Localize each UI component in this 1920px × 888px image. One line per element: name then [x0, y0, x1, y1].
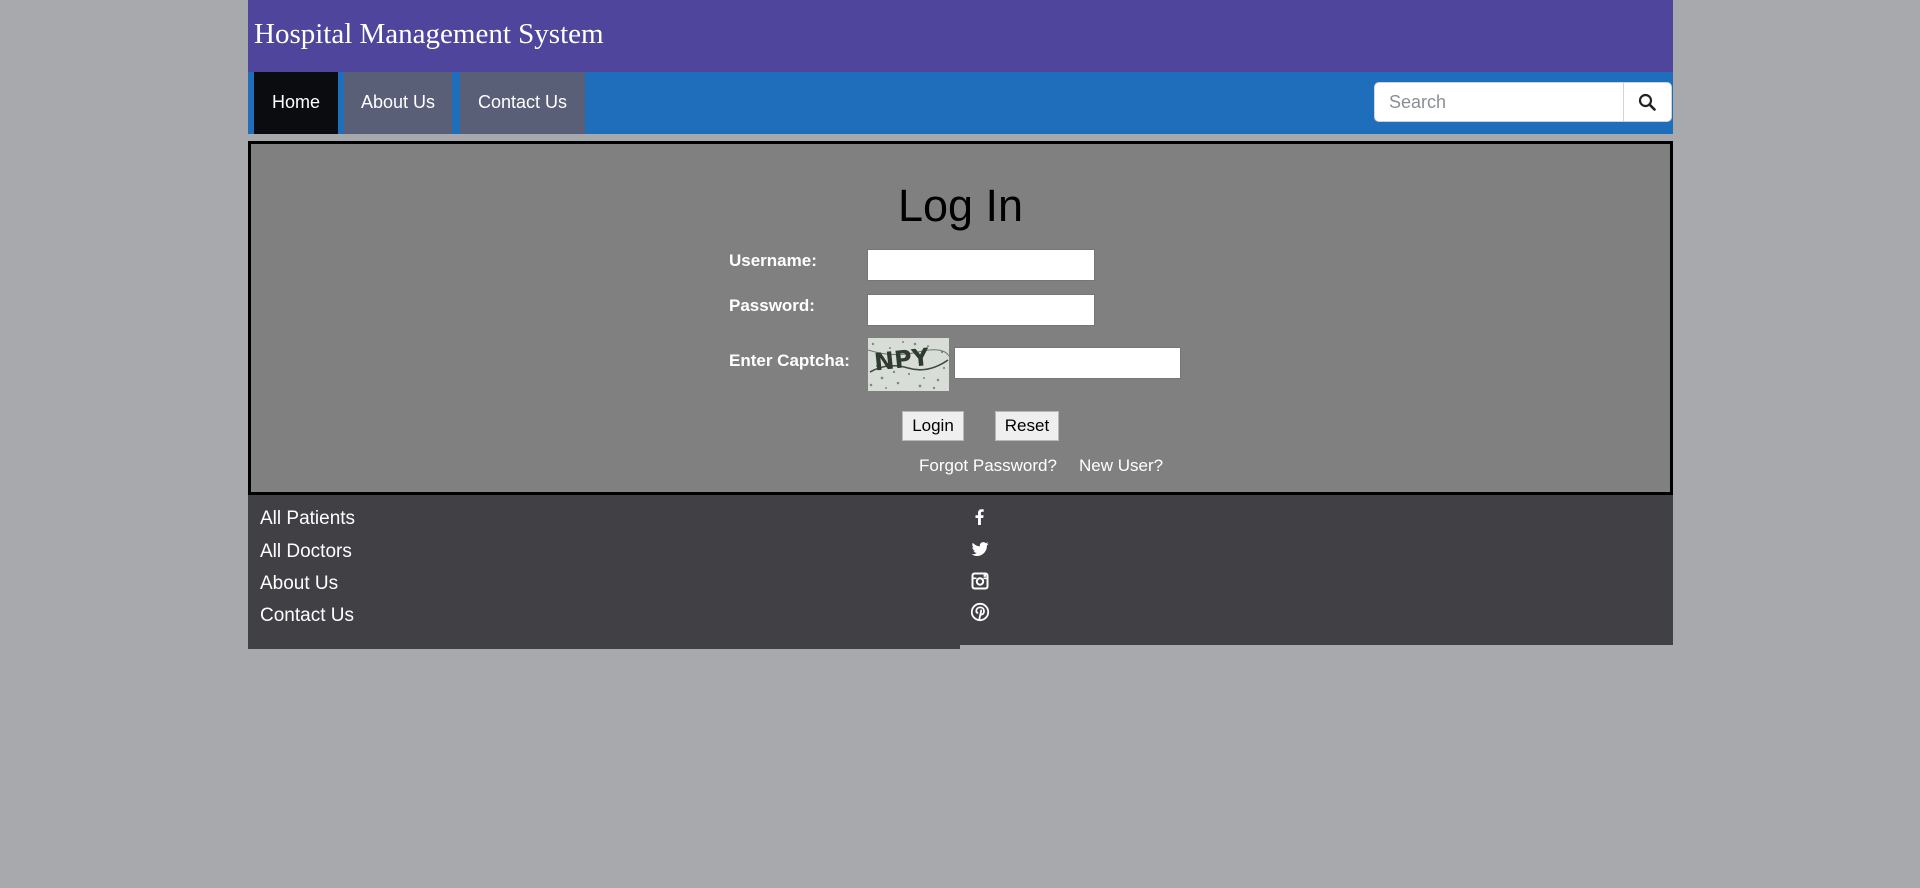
- reset-button[interactable]: Reset: [995, 411, 1059, 441]
- main-navbar: Home About Us Contact Us: [248, 72, 1673, 134]
- search-button[interactable]: [1623, 83, 1671, 121]
- site-title: Hospital Management System: [254, 18, 604, 50]
- username-field[interactable]: [867, 249, 1095, 281]
- footer-link-about-us[interactable]: About Us: [260, 573, 338, 595]
- forgot-password-link[interactable]: Forgot Password?: [919, 456, 1057, 476]
- search-input[interactable]: [1375, 83, 1625, 121]
- footer-link-all-doctors[interactable]: All Doctors: [260, 541, 352, 563]
- pinterest-icon[interactable]: [970, 602, 990, 622]
- password-field[interactable]: [867, 294, 1095, 326]
- username-label: Username:: [729, 251, 817, 270]
- footer-social: [960, 495, 1673, 645]
- login-button[interactable]: Login: [902, 411, 964, 441]
- facebook-icon[interactable]: [970, 507, 990, 527]
- nav-about-us[interactable]: About Us: [344, 72, 452, 134]
- footer-links: All Patients All Doctors About Us Contac…: [248, 495, 960, 649]
- footer-link-contact-us[interactable]: Contact Us: [260, 605, 354, 627]
- twitter-icon[interactable]: [970, 539, 990, 559]
- search-icon: [1638, 93, 1656, 111]
- password-label: Password:: [729, 296, 815, 315]
- captcha-text: NPY: [873, 343, 931, 377]
- nav-contact-us[interactable]: Contact Us: [460, 72, 585, 134]
- site-header: Hospital Management System: [248, 0, 1673, 72]
- page-container: Hospital Management System Home About Us…: [248, 0, 1673, 649]
- instagram-icon[interactable]: [970, 571, 990, 591]
- login-title: Log In: [897, 180, 1024, 231]
- footer-link-all-patients[interactable]: All Patients: [260, 508, 355, 530]
- captcha-label: Enter Captcha:: [729, 351, 850, 370]
- search-bar: [1374, 82, 1672, 122]
- new-user-link[interactable]: New User?: [1079, 456, 1163, 476]
- nav-home[interactable]: Home: [254, 72, 338, 134]
- login-panel: Log In Username: Password: Enter Captcha…: [248, 141, 1673, 495]
- captcha-image: NPY: [868, 338, 949, 391]
- captcha-field[interactable]: [954, 347, 1181, 379]
